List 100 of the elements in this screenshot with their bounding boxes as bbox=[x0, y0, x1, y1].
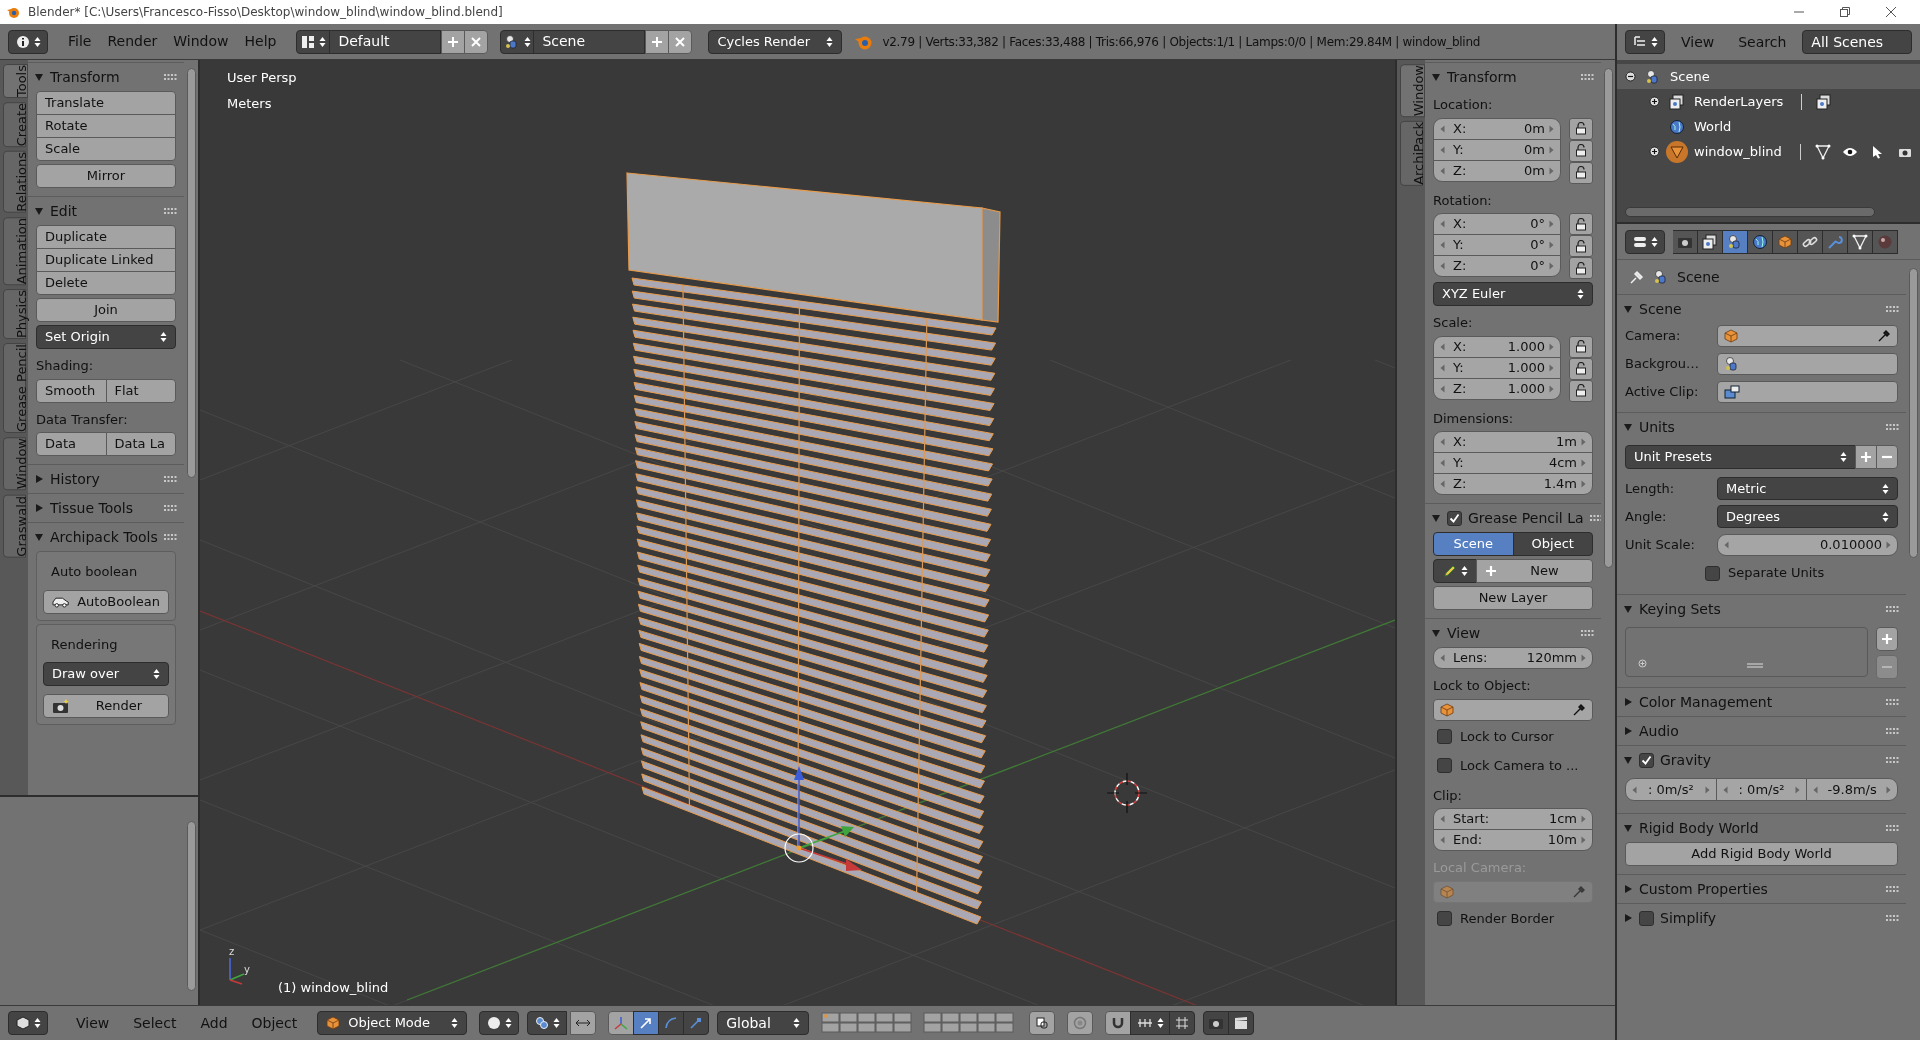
increment-arrow-icon[interactable] bbox=[1549, 241, 1554, 249]
panel-header[interactable]: Keying Sets bbox=[1617, 595, 1906, 623]
panel-header[interactable]: Units bbox=[1617, 413, 1906, 441]
dropdown[interactable]: Set Origin bbox=[36, 325, 176, 349]
remove-preset-button[interactable] bbox=[1876, 445, 1898, 469]
dropdown[interactable]: Draw over bbox=[43, 662, 169, 686]
panel-header[interactable]: View bbox=[1425, 619, 1601, 647]
snap-target-button[interactable] bbox=[1169, 1011, 1196, 1035]
scale-manipulator-button[interactable] bbox=[683, 1011, 710, 1035]
object-field[interactable] bbox=[1717, 324, 1898, 347]
decrement-arrow-icon[interactable] bbox=[1813, 785, 1819, 794]
increment-arrow-icon[interactable] bbox=[1549, 342, 1554, 351]
number-field[interactable]: -9.8m/s bbox=[1806, 778, 1898, 801]
decrement-arrow-icon[interactable] bbox=[1724, 540, 1729, 549]
resize-grip-icon[interactable] bbox=[1746, 663, 1763, 668]
editor-type-button[interactable] bbox=[1625, 229, 1665, 254]
checkbox[interactable] bbox=[1705, 565, 1720, 581]
checkbox[interactable] bbox=[1447, 510, 1462, 526]
lock-button[interactable] bbox=[1569, 161, 1593, 184]
properties-tab[interactable] bbox=[1673, 229, 1698, 254]
layout-name-field[interactable]: Default bbox=[329, 29, 442, 54]
menu-item[interactable]: Help bbox=[236, 29, 285, 54]
expand-icon[interactable] bbox=[1649, 146, 1660, 157]
tool-button[interactable]: Data bbox=[36, 432, 107, 456]
menu-item[interactable]: Add bbox=[192, 1011, 236, 1035]
pin-icon[interactable] bbox=[1629, 269, 1645, 285]
increment-arrow-icon[interactable] bbox=[1549, 166, 1554, 175]
transform-gizmo[interactable] bbox=[784, 766, 862, 871]
manipulator-center-button[interactable] bbox=[570, 1011, 597, 1035]
checkbox[interactable] bbox=[1639, 752, 1654, 768]
properties-tab[interactable] bbox=[1772, 229, 1798, 254]
collapse-icon[interactable] bbox=[1625, 71, 1636, 82]
menu-item[interactable]: Window bbox=[165, 29, 237, 54]
render-animation-button[interactable] bbox=[1228, 1011, 1255, 1035]
editor-type-button[interactable] bbox=[8, 1011, 48, 1035]
increment-arrow-icon[interactable] bbox=[1581, 459, 1586, 467]
checkbox[interactable] bbox=[1437, 729, 1452, 744]
properties-tab[interactable] bbox=[1747, 229, 1773, 254]
decrement-arrow-icon[interactable] bbox=[1440, 342, 1445, 351]
menu-item[interactable]: Search bbox=[1730, 30, 1795, 54]
dropdown[interactable]: Unit Presets bbox=[1625, 445, 1856, 469]
rotate-manipulator-button[interactable] bbox=[658, 1011, 685, 1035]
number-field[interactable]: Z: 0m bbox=[1433, 159, 1561, 182]
panel-header[interactable]: Custom Properties bbox=[1617, 875, 1906, 903]
translate-manipulator-button[interactable] bbox=[633, 1011, 660, 1035]
mode-dropdown[interactable]: Object Mode bbox=[317, 1011, 468, 1035]
decrement-arrow-icon[interactable] bbox=[1440, 124, 1445, 133]
dropdown[interactable]: Metric bbox=[1717, 477, 1898, 500]
decrement-arrow-icon[interactable] bbox=[1440, 654, 1445, 662]
tool-button[interactable]: Data La bbox=[105, 432, 176, 456]
panel-header[interactable]: Rigid Body World bbox=[1617, 814, 1906, 842]
number-field[interactable]: X: 0° bbox=[1433, 213, 1561, 235]
decrement-arrow-icon[interactable] bbox=[1632, 785, 1637, 794]
checkbox[interactable] bbox=[1639, 910, 1654, 926]
decrement-arrow-icon[interactable] bbox=[1440, 363, 1445, 372]
outliner-item[interactable]: Scene bbox=[1617, 64, 1920, 89]
add-layout-button[interactable] bbox=[441, 29, 466, 54]
render-engine-dropdown[interactable]: Cycles Render bbox=[708, 29, 843, 54]
increment-arrow-icon[interactable] bbox=[1581, 836, 1586, 844]
decrement-arrow-icon[interactable] bbox=[1440, 459, 1445, 467]
increment-arrow-icon[interactable] bbox=[1549, 363, 1554, 372]
number-field[interactable]: Y: 1.000 bbox=[1433, 356, 1561, 379]
delete-layout-button[interactable] bbox=[464, 29, 489, 54]
cursor-arrow-icon[interactable] bbox=[1872, 144, 1884, 159]
checkbox[interactable] bbox=[1437, 758, 1452, 773]
panel-header[interactable]: Archipack Tools bbox=[28, 523, 184, 551]
object-field[interactable] bbox=[1717, 380, 1898, 403]
tool-button[interactable]: Rotate bbox=[36, 114, 176, 138]
snap-button[interactable] bbox=[1105, 1011, 1132, 1035]
editor-type-button[interactable] bbox=[8, 29, 48, 54]
editor-type-button[interactable] bbox=[1625, 30, 1665, 54]
increment-arrow-icon[interactable] bbox=[1886, 540, 1891, 549]
number-field[interactable]: Start: 1cm bbox=[1433, 808, 1593, 830]
number-field[interactable]: X: 1m bbox=[1433, 431, 1593, 453]
number-field[interactable]: Y: 4cm bbox=[1433, 452, 1593, 474]
lock-layers-button[interactable] bbox=[1029, 1011, 1056, 1035]
scene-selector-button[interactable] bbox=[500, 29, 535, 54]
panel-header[interactable]: Scene bbox=[1617, 295, 1906, 323]
tool-button[interactable]: Mirror bbox=[36, 164, 176, 188]
decrement-arrow-icon[interactable] bbox=[1440, 241, 1445, 249]
tool-button[interactable]: AutoBoolean bbox=[43, 589, 169, 614]
panel-header[interactable]: Audio bbox=[1617, 717, 1906, 745]
add-keying-set-button[interactable] bbox=[1876, 627, 1898, 651]
increment-arrow-icon[interactable] bbox=[1549, 124, 1554, 133]
panel-header[interactable]: Transform bbox=[28, 63, 184, 91]
pencil-dropdown[interactable] bbox=[1433, 559, 1477, 583]
increment-arrow-icon[interactable] bbox=[1549, 262, 1554, 270]
toggle-tab[interactable]: Object bbox=[1512, 532, 1593, 556]
scrollbar-thumb[interactable] bbox=[1908, 268, 1918, 558]
menu-item[interactable]: Object bbox=[243, 1011, 306, 1035]
increment-arrow-icon[interactable] bbox=[1795, 785, 1801, 794]
scene-name-field[interactable]: Scene bbox=[533, 29, 646, 54]
increment-arrow-icon[interactable] bbox=[1581, 480, 1586, 488]
increment-arrow-icon[interactable] bbox=[1549, 384, 1554, 393]
keying-set-list[interactable] bbox=[1625, 627, 1868, 677]
tool-button[interactable]: Scale bbox=[36, 137, 176, 161]
number-field[interactable]: Lens: 120mm bbox=[1433, 647, 1593, 669]
display-filter-dropdown[interactable]: All Scenes bbox=[1802, 30, 1912, 54]
panel-header[interactable]: Transform bbox=[1425, 63, 1601, 91]
increment-arrow-icon[interactable] bbox=[1581, 438, 1586, 446]
